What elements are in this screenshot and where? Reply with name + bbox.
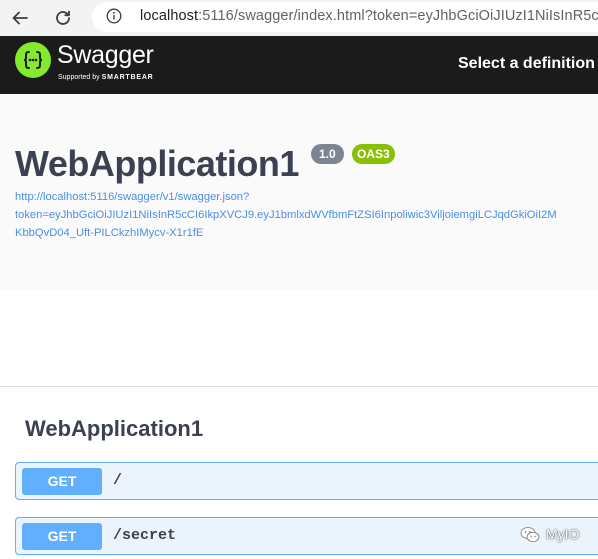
method-badge: GET [22,523,102,550]
browser-toolbar: localhost:5116/swagger/index.html?token=… [0,0,598,36]
url-host: localhost [140,8,199,24]
swagger-topbar: Swagger Supported by SMARTBEAR Select a … [0,36,598,94]
logo-sub-brand: SMARTBEAR [101,74,154,81]
select-definition-label: Select a definition [458,55,595,72]
tag-title[interactable]: WebApplication1 [25,416,203,442]
address-bar[interactable]: localhost:5116/swagger/index.html?token=… [92,2,598,32]
back-button[interactable] [7,5,33,31]
oas-badge: OAS3 [352,144,395,164]
watermark-text: MyIO [546,526,580,542]
wechat-icon [520,527,540,542]
refresh-icon [56,10,70,25]
url-text[interactable]: localhost:5116/swagger/index.html?token=… [140,8,598,24]
version-badge: 1.0 [311,144,344,164]
arrow-left-icon [12,11,28,25]
operation-get-root[interactable]: GET / [15,462,598,500]
operation-path: / [113,472,123,489]
logo-sub-prefix: Supported by [58,74,100,81]
logo-subtitle: Supported by SMARTBEAR [58,74,154,81]
api-info-section: WebApplication1 1.0 OAS3 http://localhos… [0,94,598,290]
spec-url-line: token=eyJhbGciOiJIUzI1NiIsInR5cCI6IkpXVC… [15,209,557,221]
spec-url-line: http://localhost:5116/swagger/v1/swagger… [15,191,250,203]
operation-get-secret[interactable]: GET /secret [15,517,598,555]
curly-braces-icon [23,51,43,69]
api-title: WebApplication1 [15,143,299,184]
swagger-logo-icon[interactable] [15,42,51,78]
refresh-button[interactable] [50,5,76,31]
spec-url-link[interactable]: http://localhost:5116/swagger/v1/swagger… [15,188,598,242]
url-path: :5116/swagger/index.html?token=eyJhbGciO… [198,8,598,24]
method-badge: GET [22,468,102,495]
info-icon[interactable] [106,8,122,24]
watermark: MyIO [520,523,590,547]
logo-title[interactable]: Swagger [57,41,154,70]
section-divider [0,386,598,387]
operation-path: /secret [113,527,177,544]
spec-url-line: KbbQvD04_Uft-PILCkzhIMycv-X1r1fE [15,227,204,239]
